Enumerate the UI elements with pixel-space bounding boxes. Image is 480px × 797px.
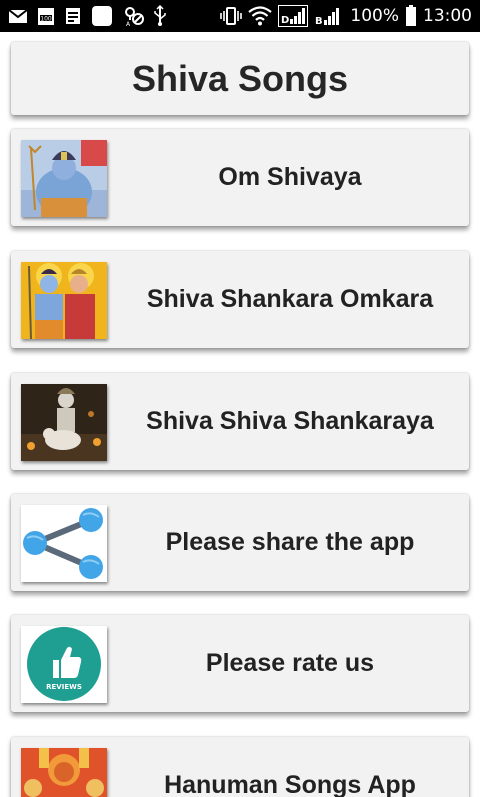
reviews-badge-text: REVIEWS [46,683,82,691]
status-bar: 100 A D B 100% 13:00 [0,0,480,32]
calendar-100-icon: 100 [38,8,54,25]
list-item-rate-us[interactable]: REVIEWS Please rate us [11,615,469,712]
vibrate-icon [220,7,243,25]
svg-text:A: A [126,21,131,27]
list-item-shiva-shiva-shankaraya[interactable]: Shiva Shiva Shankaraya [11,373,469,470]
item-label: Hanuman Songs App [164,771,416,797]
battery-percent: 100% [350,6,399,26]
notes-icon [66,8,80,24]
list-item-shiva-shankara-omkara[interactable]: Shiva Shankara Omkara [11,251,469,348]
wifi-icon [248,6,273,26]
svg-text:D: D [281,15,289,26]
signal-sim1-icon: D [278,5,309,27]
usb-icon [154,5,166,26]
reviews-thumbs-up-icon: REVIEWS [21,626,107,703]
signal-sim2-icon: B [315,8,340,27]
list-item-share-app[interactable]: Please share the app [11,494,469,591]
hanuman-thumbnail [21,748,107,797]
item-label: Shiva Shankara Omkara [146,285,434,313]
white-app-icon [92,6,112,26]
list-item-om-shivaya[interactable]: Om Shivaya [11,129,469,226]
status-bar-system: D B 100% 13:00 [220,0,472,32]
shiva-nandi-thumbnail [21,384,107,461]
page-title: Shiva Songs [131,57,349,99]
clock: 13:00 [423,6,472,26]
item-label: Om Shivaya [218,163,362,191]
mail-icon [8,9,28,23]
item-label: Shiva Shiva Shankaraya [146,407,434,435]
status-bar-notifications: 100 A [8,0,167,32]
battery-icon [406,5,416,26]
item-label: Please rate us [205,649,375,677]
svg-text:B: B [315,16,323,27]
location-off-icon: A [125,7,144,27]
shiva-portrait-thumbnail [21,140,107,217]
list-item-hanuman-songs-app[interactable]: Hanuman Songs App [11,737,469,797]
header-card: Shiva Songs [11,42,469,115]
share-icon [21,505,107,582]
item-label: Please share the app [165,528,415,556]
svg-text:100: 100 [40,16,52,23]
shiva-parvati-thumbnail [21,262,107,339]
